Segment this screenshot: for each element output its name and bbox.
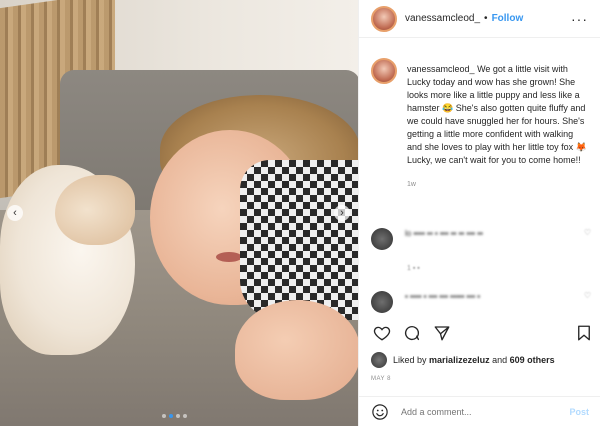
likes-summary: Liked by marializezeluz and 609 others [371, 352, 555, 368]
likes-others-link[interactable]: 609 others [510, 355, 555, 365]
comment-button[interactable] [401, 322, 423, 344]
comment-row: ▪ ▪▪▪▪ ▪ ▪▪▪ ▪▪▪ ▪▪▪▪▪ ▪▪▪ ▪ ♡ [371, 291, 591, 313]
comment-text: lo ▪▪▪▪ ▪▪ ▪ ▪▪▪ ▪▪ ▪▪ ▪▪▪ ▪▪ [405, 229, 483, 238]
author-username[interactable]: vanessamcleod_ [405, 13, 480, 24]
bookmark-icon [578, 325, 590, 341]
carousel-dot [176, 414, 180, 418]
like-button[interactable] [371, 322, 393, 344]
share-button[interactable] [431, 322, 453, 344]
likes-prefix: Liked by [393, 355, 427, 365]
next-photo-button[interactable]: › [334, 205, 350, 221]
liker-username[interactable]: marializezeluz [429, 355, 490, 365]
post-comment-button[interactable]: Post [569, 407, 589, 417]
post-date[interactable]: MAY 8 [371, 376, 391, 382]
bunny-ear [55, 175, 135, 245]
comment-input[interactable] [401, 406, 551, 417]
chevron-right-icon: › [340, 206, 344, 219]
heart-icon [373, 326, 391, 341]
child-arm [235, 300, 358, 400]
post-photo[interactable]: ‹ › [0, 0, 358, 426]
commenter-avatar[interactable] [371, 291, 393, 313]
post-side-panel: vanessamcleod_ • Follow ··· vanessamcleo… [358, 0, 600, 426]
like-comment-icon[interactable]: ♡ [584, 228, 591, 237]
emoji-icon[interactable] [371, 403, 389, 421]
save-button[interactable] [573, 322, 595, 344]
author-avatar[interactable] [371, 5, 397, 32]
child-mouth [216, 252, 242, 262]
comment-icon [404, 325, 420, 341]
commenter-avatar[interactable] [371, 228, 393, 250]
like-comment-icon[interactable]: ♡ [584, 291, 591, 300]
caption-avatar[interactable] [371, 58, 397, 84]
carousel-dot-active [169, 414, 173, 418]
caption-text: We got a little visit with Lucky today a… [407, 64, 587, 165]
caption: vanessamcleod_ We got a little visit wit… [359, 48, 600, 167]
caption-username[interactable]: vanessamcleod_ [407, 64, 475, 74]
carousel-indicator [162, 414, 187, 418]
chevron-left-icon: ‹ [13, 206, 17, 219]
comments-list[interactable]: vanessamcleod_ We got a little visit wit… [359, 48, 600, 318]
likes-and: and [492, 355, 508, 365]
header-separator: • [484, 13, 488, 24]
paper-plane-icon [434, 326, 450, 341]
add-comment-bar: Post [359, 396, 600, 426]
carousel-dot [183, 414, 187, 418]
post-header: vanessamcleod_ • Follow ··· [359, 0, 600, 38]
comment-meta: 1 ▪ ▪ [407, 265, 420, 272]
liker-avatar[interactable] [371, 352, 387, 368]
follow-button[interactable]: Follow [492, 13, 524, 24]
more-options-icon[interactable]: ··· [571, 11, 588, 27]
caption-time: 1w [407, 181, 416, 188]
caption-body: vanessamcleod_ We got a little visit wit… [407, 63, 587, 167]
comment-row: lo ▪▪▪▪ ▪▪ ▪ ▪▪▪ ▪▪ ▪▪ ▪▪▪ ▪▪ ♡ [371, 228, 591, 250]
previous-photo-button[interactable]: ‹ [7, 205, 23, 221]
carousel-dot [162, 414, 166, 418]
comment-text: ▪ ▪▪▪▪ ▪ ▪▪▪ ▪▪▪ ▪▪▪▪▪ ▪▪▪ ▪ [405, 292, 481, 301]
post-actions [371, 322, 595, 344]
gingham-shirt [240, 160, 358, 320]
